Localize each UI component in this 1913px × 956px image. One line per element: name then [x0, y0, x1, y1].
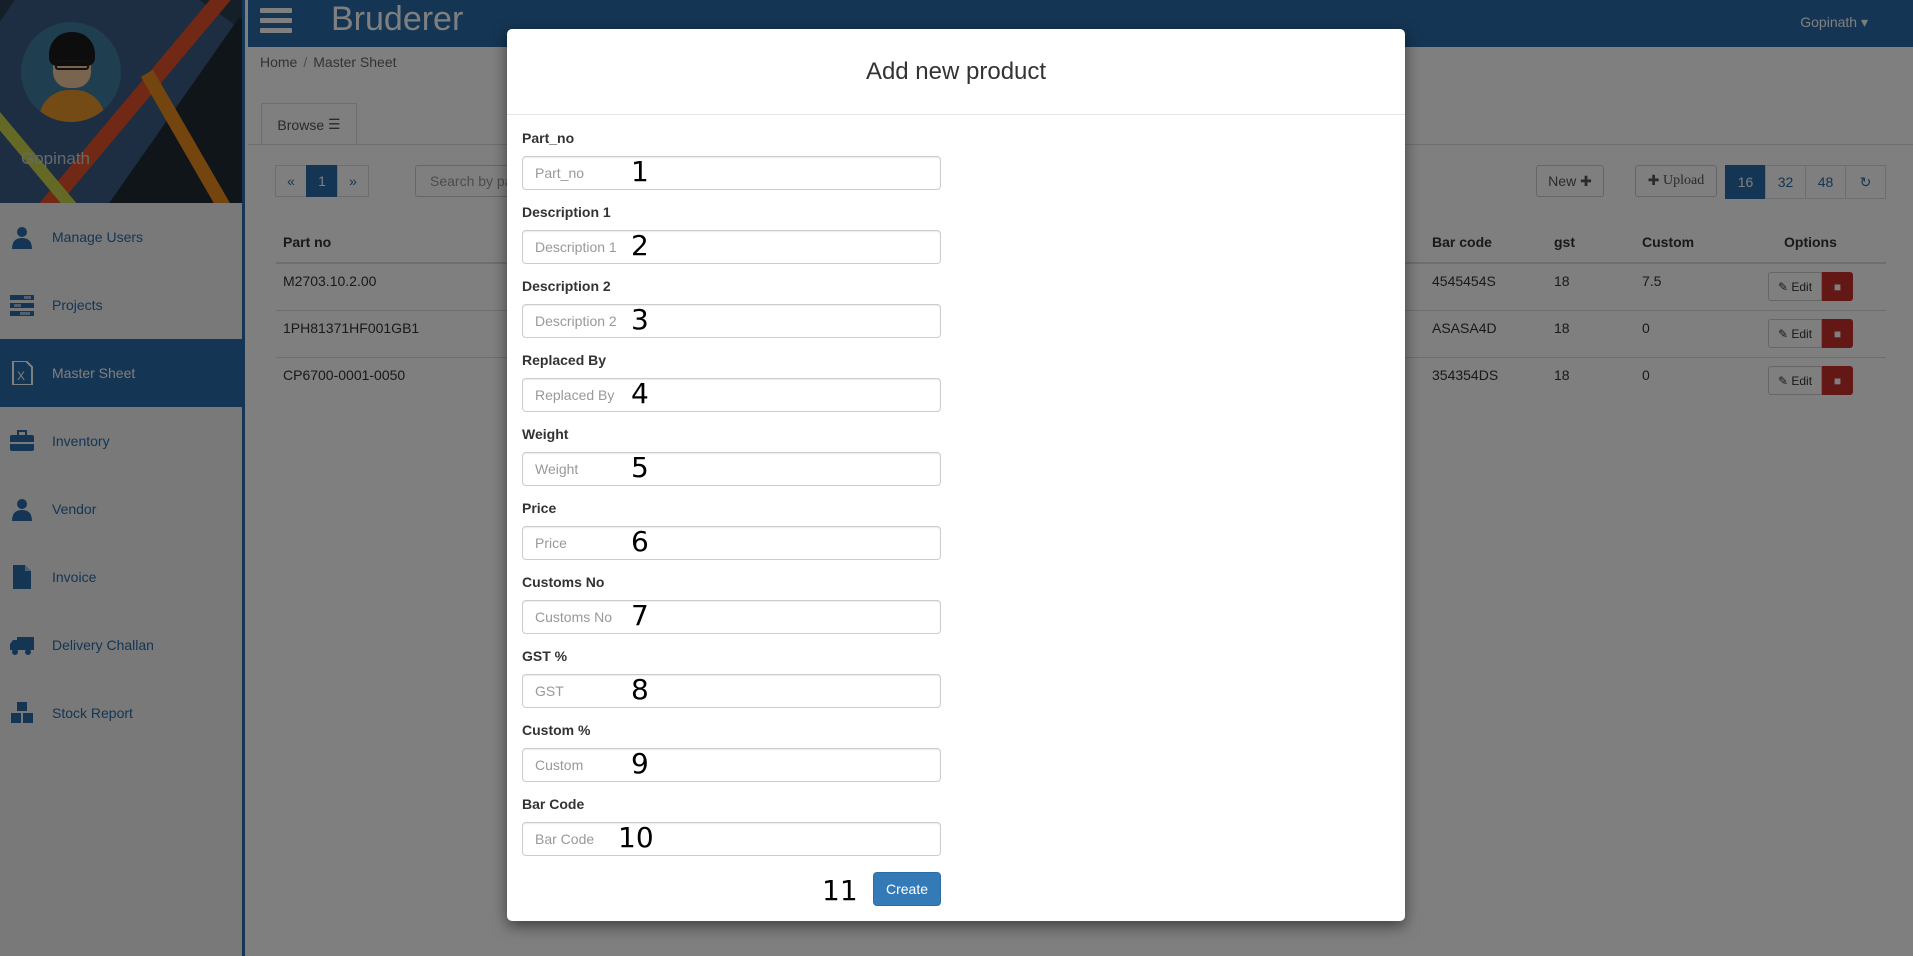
annotation-tag: 8 [631, 673, 649, 706]
gst-label: GST % [522, 648, 568, 664]
annotation-tag: 5 [631, 451, 649, 484]
custom-label: Custom % [522, 722, 591, 738]
annotation-tag: 7 [631, 599, 649, 632]
description-2-label: Description 2 [522, 278, 611, 294]
annotation-tag: 3 [631, 303, 649, 336]
annotation-tag: 6 [631, 525, 649, 558]
modal-title: Add new product [865, 57, 1047, 85]
annotation-tag: 9 [631, 747, 649, 780]
description-2-input[interactable] [522, 304, 941, 338]
annotation-tag: 4 [631, 377, 649, 410]
gst-input[interactable] [522, 674, 941, 708]
annotation-tag: 2 [631, 229, 649, 262]
customs-no-label: Customs No [522, 574, 605, 590]
price-label: Price [522, 500, 557, 516]
replaced-by-input[interactable] [522, 378, 941, 412]
annotation-tag: 1 [631, 155, 649, 188]
bar-code-label: Bar Code [522, 796, 585, 812]
customs-no-input[interactable] [522, 600, 941, 634]
description-1-input[interactable] [522, 230, 941, 264]
weight-input[interactable] [522, 452, 941, 486]
annotation-tag: 11 [822, 874, 858, 907]
weight-label: Weight [522, 426, 569, 442]
bar-code-input[interactable] [522, 822, 941, 856]
custom-input[interactable] [522, 748, 941, 782]
annotation-tag: 10 [618, 821, 654, 854]
part-no-label: Part_no [522, 130, 575, 146]
part-no-input[interactable] [522, 156, 941, 190]
modal-header: Add new product [507, 29, 1405, 115]
replaced-by-label: Replaced By [522, 352, 607, 368]
description-1-label: Description 1 [522, 204, 611, 220]
price-input[interactable] [522, 526, 941, 560]
create-button[interactable]: Create [873, 872, 941, 906]
add-product-modal: Add new product Part_no 1 Description 1 … [507, 29, 1405, 921]
